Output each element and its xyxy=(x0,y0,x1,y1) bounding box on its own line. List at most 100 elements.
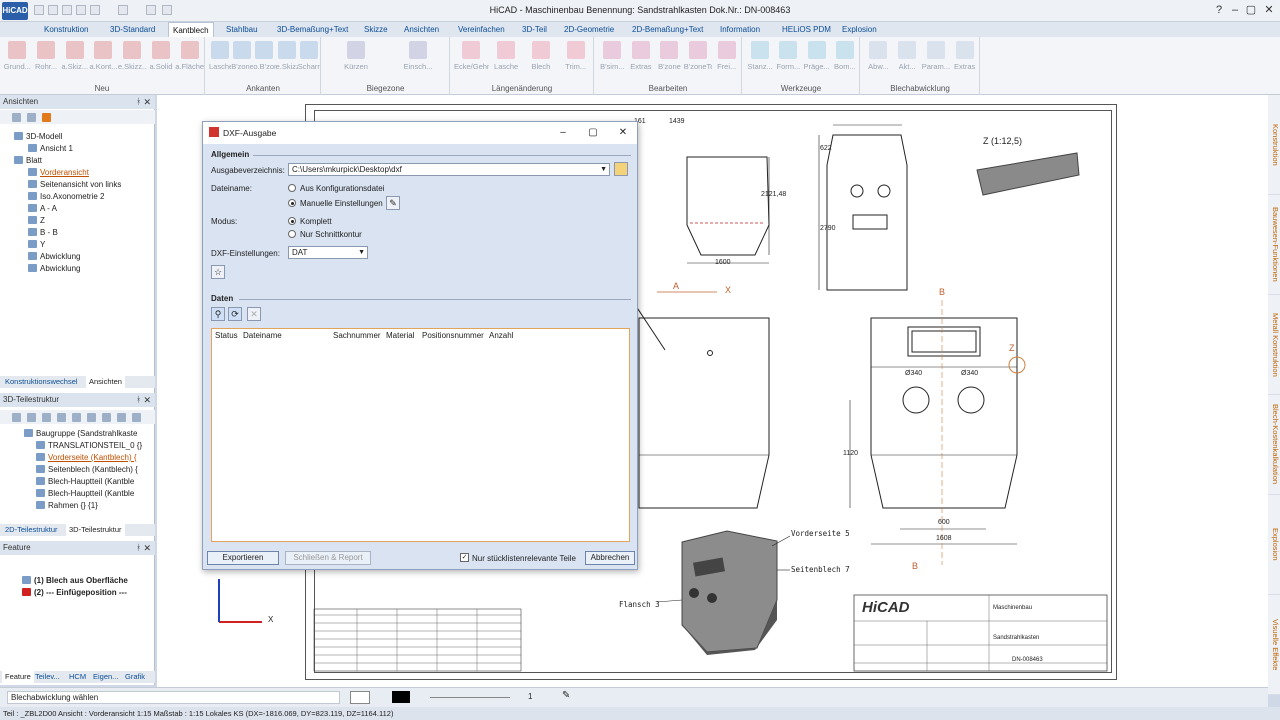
part-tree-item[interactable]: Blech-Hauptteil (Kantble xyxy=(36,476,134,488)
folder-icon[interactable] xyxy=(614,162,628,176)
dxf-settings-combo[interactable]: DAT ▼ xyxy=(288,246,368,259)
side-tab[interactable]: Blech-Kostenkalkulation xyxy=(1268,395,1280,495)
column-header[interactable]: Positionsnummer xyxy=(422,331,484,340)
ribbon-button[interactable]: Scharnier xyxy=(298,41,320,75)
structure-tool-icon[interactable] xyxy=(117,413,126,422)
minimize-icon[interactable]: – xyxy=(1228,3,1242,17)
tab-3d-teil[interactable]: 3D-Teil xyxy=(518,22,551,37)
structure-tool-icon[interactable] xyxy=(57,413,66,422)
close-icon[interactable]: ✕ xyxy=(1262,3,1276,17)
color-swatch[interactable] xyxy=(392,691,410,703)
delete-icon[interactable]: ✕ xyxy=(247,307,261,321)
column-header[interactable]: Dateiname xyxy=(243,331,282,340)
tab-information[interactable]: Information xyxy=(716,22,764,37)
line-type-preview[interactable] xyxy=(430,697,510,698)
panel-tab[interactable]: HCM xyxy=(66,671,89,683)
search-icon[interactable]: ⚲ xyxy=(211,307,225,321)
feature-item[interactable]: (1) Blech aus Oberfläche xyxy=(22,575,128,587)
tree-expand-icon[interactable] xyxy=(12,113,21,122)
output-dir-combo[interactable]: C:\Users\mkurpick\Desktop\dxf ▼ xyxy=(288,163,610,176)
panel-tab[interactable]: Feature xyxy=(2,671,34,683)
ribbon-button[interactable]: Präge... xyxy=(803,41,831,75)
pin-icon[interactable]: ᚼ xyxy=(136,393,141,407)
panel-tab[interactable]: Teilev... xyxy=(32,671,63,683)
close-report-button[interactable]: Schließen & Report xyxy=(285,551,371,565)
tree-item[interactable]: 3D-Modell xyxy=(14,131,62,143)
ribbon-button[interactable]: Rohr... xyxy=(32,41,61,75)
tree-item[interactable]: Ansicht 1 xyxy=(28,143,73,155)
tree-item[interactable]: B - B xyxy=(28,227,58,239)
ribbon-button[interactable]: a.Kont... xyxy=(89,41,118,75)
tab-explosion[interactable]: Explosion xyxy=(838,22,881,37)
column-header[interactable]: Sachnummer xyxy=(333,331,381,340)
tab-helios-pdm[interactable]: HELiOS PDM xyxy=(778,22,835,37)
ribbon-button[interactable]: e.Skizz... xyxy=(276,41,298,75)
minimize-icon[interactable]: – xyxy=(555,125,571,141)
ribbon-button[interactable]: B'zone xyxy=(231,41,253,75)
panel-tab[interactable]: 3D-Teilestruktur xyxy=(66,524,125,536)
part-tree-item[interactable]: Blech-Hauptteil (Kantble xyxy=(36,488,134,500)
radio-complete[interactable] xyxy=(288,217,296,225)
ribbon-button[interactable]: Grund... xyxy=(3,41,32,75)
maximize-icon[interactable]: ▢ xyxy=(585,125,601,141)
tab-kantblech[interactable]: Kantblech xyxy=(168,22,214,37)
tab-2d-geometrie[interactable]: 2D-Geometrie xyxy=(560,22,618,37)
ribbon-button[interactable]: Stanz... xyxy=(746,41,774,75)
structure-tool-icon[interactable] xyxy=(72,413,81,422)
side-tab[interactable]: Metall Konstruktion xyxy=(1268,295,1280,395)
ribbon-button[interactable]: o.B'zone xyxy=(253,41,276,75)
side-tab[interactable]: Explosion xyxy=(1268,495,1280,595)
arrow-down-icon[interactable] xyxy=(42,113,51,122)
ribbon-button[interactable]: Lasche xyxy=(209,41,231,75)
structure-tool-icon[interactable] xyxy=(102,413,111,422)
line-style-icon[interactable] xyxy=(350,691,370,704)
refresh-icon[interactable]: ⟳ xyxy=(228,307,242,321)
star-icon[interactable]: ☆ xyxy=(211,265,225,279)
ribbon-button[interactable]: Bom... xyxy=(831,41,859,75)
command-prompt[interactable]: Blechabwicklung wählen xyxy=(7,691,340,704)
radio-config-file[interactable] xyxy=(288,184,296,192)
close-panel-icon[interactable]: ✕ xyxy=(143,95,151,109)
tree-item[interactable]: Seitenansicht von links xyxy=(28,179,121,191)
only-bom-relevant-checkbox[interactable]: ✓ xyxy=(460,553,469,562)
structure-tool-icon[interactable] xyxy=(12,413,21,422)
ribbon-button[interactable]: Frei... xyxy=(712,41,741,75)
part-tree-item[interactable]: Vorderseite (Kantblech) { xyxy=(36,452,137,464)
ribbon-button[interactable]: Einsch... xyxy=(387,41,449,75)
tree-item[interactable]: Y xyxy=(28,239,45,251)
structure-tool-icon[interactable] xyxy=(42,413,51,422)
panel-tab[interactable]: 2D-Teilestruktur xyxy=(2,524,61,536)
tab-skizze[interactable]: Skizze xyxy=(360,22,392,37)
tab-3d-standard[interactable]: 3D-Standard xyxy=(106,22,159,37)
ribbon-button[interactable]: Ecke/Gehrung xyxy=(454,41,489,75)
tree-item[interactable]: Iso.Axonometrie 2 xyxy=(28,191,104,203)
panel-tab[interactable]: Grafik xyxy=(122,671,148,683)
column-header[interactable]: Status xyxy=(215,331,238,340)
radio-cut-contour[interactable] xyxy=(288,230,296,238)
column-header[interactable]: Anzahl xyxy=(489,331,513,340)
structure-tool-icon[interactable] xyxy=(132,413,141,422)
ribbon-button[interactable]: a.Fläche xyxy=(175,41,204,75)
tree-item[interactable]: A - A xyxy=(28,203,57,215)
cancel-button[interactable]: Abbrechen xyxy=(585,551,635,565)
panel-tab[interactable]: Eigen... xyxy=(90,671,121,683)
part-tree-item[interactable]: Seitenblech (Kantblech) { xyxy=(36,464,138,476)
ribbon-button[interactable]: B'zoneTopf xyxy=(684,41,712,75)
panel-tab[interactable]: Konstruktionswechsel xyxy=(2,376,81,388)
radio-manual-settings[interactable] xyxy=(288,199,296,207)
structure-tool-icon[interactable] xyxy=(27,413,36,422)
pin-icon[interactable]: ᚼ xyxy=(136,95,141,109)
tab-stahlbau[interactable]: Stahlbau xyxy=(222,22,262,37)
tree-item[interactable]: Vorderansicht xyxy=(28,167,89,179)
data-grid[interactable]: Status Dateiname Sachnummer Material Positio… xyxy=(211,328,630,542)
part-tree-item[interactable]: Baugruppe {Sandstrahlkaste xyxy=(24,428,137,440)
structure-tool-icon[interactable] xyxy=(87,413,96,422)
help-icon[interactable]: ? xyxy=(1212,3,1226,17)
ribbon-button[interactable]: Extras xyxy=(950,41,979,75)
tree-item[interactable]: Abwicklung xyxy=(28,263,80,275)
close-icon[interactable]: ✕ xyxy=(615,125,631,141)
part-tree-item[interactable]: TRANSLATIONSTEIL_0 {} xyxy=(36,440,142,452)
tree-collapse-icon[interactable] xyxy=(27,113,36,122)
close-panel-icon[interactable]: ✕ xyxy=(143,393,151,407)
edit-settings-icon[interactable]: ✎ xyxy=(386,196,400,210)
